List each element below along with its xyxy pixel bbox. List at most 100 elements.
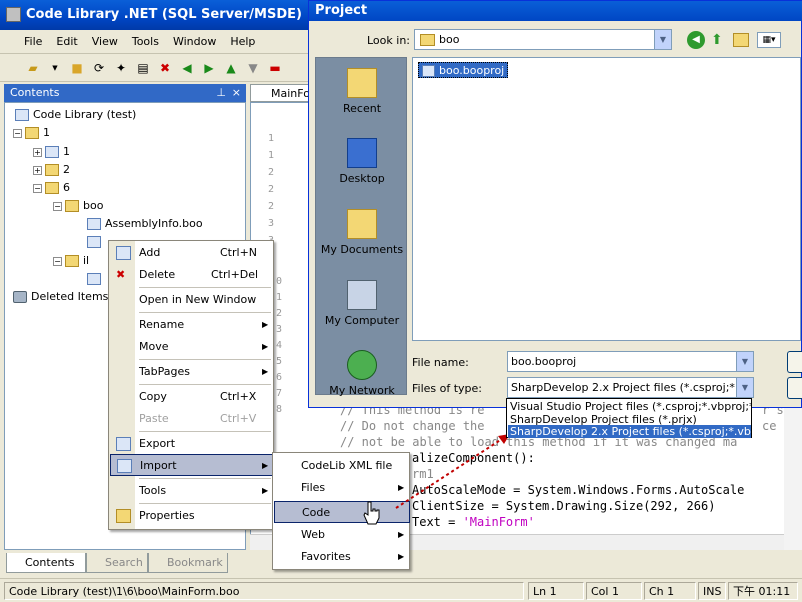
- menu-edit[interactable]: Edit: [49, 30, 84, 54]
- collapse-icon[interactable]: −: [53, 201, 62, 211]
- menu-file[interactable]: File: [0, 30, 49, 54]
- menu-item-add[interactable]: Add Ctrl+N: [110, 242, 274, 264]
- dropdown-arrow-icon[interactable]: ▼: [46, 59, 64, 77]
- back-icon[interactable]: ◀: [178, 59, 196, 77]
- menu-separator: [139, 431, 271, 432]
- tab-contents[interactable]: Contents: [6, 553, 86, 573]
- tree-node-assemblyinfo[interactable]: AssemblyInfo.boo: [87, 216, 203, 232]
- file-name-label: File name:: [412, 356, 469, 369]
- menu-item-export[interactable]: Export: [110, 433, 274, 455]
- tab-search[interactable]: Search: [86, 553, 148, 573]
- place-my-computer[interactable]: My Computer: [316, 280, 408, 327]
- tree-node-deleted-items[interactable]: Deleted Items: [13, 289, 108, 305]
- menubar: File Edit View Tools Window Help: [0, 30, 310, 54]
- tree-node-1-2[interactable]: +2: [33, 162, 70, 178]
- status-path: Code Library (test)\1\6\boo\MainForm.boo: [4, 582, 524, 600]
- file-type-options-list: Visual Studio Project files (*.csproj;*.…: [506, 398, 752, 438]
- add-icon: [116, 246, 131, 260]
- main-title-text: Code Library .NET (SQL Server/MSDE): [26, 7, 302, 22]
- new-folder-icon[interactable]: [733, 33, 749, 47]
- recent-icon: [347, 68, 377, 98]
- tab-bookmark[interactable]: Bookmark: [148, 553, 228, 573]
- menu-item-tabpages[interactable]: TabPages ▶: [110, 361, 274, 383]
- folder-icon[interactable]: ■: [68, 59, 86, 77]
- menu-view[interactable]: View: [85, 30, 125, 54]
- collapse-icon[interactable]: −: [53, 256, 62, 266]
- place-recent[interactable]: Recent: [316, 68, 408, 115]
- up-folder-icon[interactable]: ⬆: [711, 31, 727, 49]
- editor-vertical-scrollbar[interactable]: [784, 408, 802, 550]
- file-icon: [87, 218, 101, 230]
- look-in-label: Look in:: [367, 34, 410, 47]
- tree-node-1[interactable]: −1: [13, 125, 50, 141]
- collapse-icon[interactable]: −: [13, 128, 22, 138]
- status-clock: 下午 01:11: [728, 582, 798, 600]
- folder-icon: [45, 164, 59, 176]
- down-icon[interactable]: ▼: [244, 59, 262, 77]
- file-type-option-selected[interactable]: SharpDevelop 2.x Project files (*.csproj…: [508, 425, 751, 438]
- menu-tools[interactable]: Tools: [125, 30, 166, 54]
- refresh-icon[interactable]: ⟳: [90, 59, 108, 77]
- folder-icon: [65, 200, 79, 212]
- up-icon[interactable]: ▲: [222, 59, 240, 77]
- place-my-documents[interactable]: My Documents: [316, 209, 408, 256]
- tree-node-new-item[interactable]: [87, 234, 105, 250]
- menu-item-rename[interactable]: Rename ▶: [110, 314, 274, 336]
- recycle-bin-icon: [13, 291, 27, 303]
- place-desktop[interactable]: Desktop: [316, 138, 408, 185]
- my-computer-icon: [347, 280, 377, 310]
- submenu-arrow-icon: ▶: [262, 342, 269, 351]
- add-page-icon[interactable]: ▤: [134, 59, 152, 77]
- menu-item-copy[interactable]: Copy Ctrl+X: [110, 386, 274, 408]
- menu-item-open-new-window[interactable]: Open in New Window: [110, 289, 274, 311]
- chevron-down-icon[interactable]: ▼: [736, 378, 753, 397]
- files-of-type-dropdown[interactable]: SharpDevelop 2.x Project files (*.csproj…: [507, 377, 754, 398]
- status-char: Ch 1: [644, 582, 696, 600]
- file-name-combobox[interactable]: boo.booproj ▼: [507, 351, 754, 372]
- tree-node-il[interactable]: − il: [53, 253, 89, 269]
- file-type-option[interactable]: Visual Studio Project files (*.csproj;*.…: [508, 400, 751, 413]
- expand-icon[interactable]: +: [33, 165, 42, 175]
- file-item-selected[interactable]: boo.booproj: [418, 62, 509, 78]
- delete-icon[interactable]: ✖: [156, 59, 174, 77]
- menu-item-properties[interactable]: Properties: [110, 505, 274, 527]
- menu-help[interactable]: Help: [223, 30, 262, 54]
- submenu-arrow-icon: ▶: [262, 367, 269, 376]
- submenu-arrow-icon: ▶: [262, 320, 269, 329]
- view-menu-icon[interactable]: ▦▾: [757, 32, 781, 48]
- file-icon: [87, 273, 101, 285]
- collapse-icon[interactable]: −: [33, 183, 42, 193]
- back-icon[interactable]: ◀: [687, 31, 705, 49]
- menu-window[interactable]: Window: [166, 30, 223, 54]
- forward-icon[interactable]: ▶: [200, 59, 218, 77]
- chevron-down-icon[interactable]: ▼: [654, 30, 671, 49]
- pin-icon[interactable]: ⊥: [216, 84, 226, 102]
- menu-item-delete[interactable]: ✖ Delete Ctrl+Del: [110, 264, 274, 286]
- expand-icon[interactable]: +: [33, 147, 42, 157]
- editor-tab[interactable]: MainFo: [250, 84, 310, 102]
- file-list[interactable]: boo.booproj: [412, 57, 801, 341]
- open-button[interactable]: [787, 351, 802, 373]
- gutter-bottom: 0 1 2 3 4 5 6 7 8: [276, 276, 283, 415]
- contents-panel-title: Contents: [10, 86, 60, 99]
- menu-item-move[interactable]: Move ▶: [110, 336, 274, 358]
- cancel-button[interactable]: [787, 377, 802, 399]
- remove-icon[interactable]: ▬: [266, 59, 284, 77]
- tree-node-root[interactable]: Code Library (test): [15, 107, 136, 123]
- menu-separator: [139, 503, 271, 504]
- look-in-dropdown[interactable]: boo ▼: [414, 29, 672, 50]
- submenu-item-favorites[interactable]: Favorites ▶: [274, 546, 410, 568]
- open-folder-icon[interactable]: ▰: [24, 59, 42, 77]
- context-menu: Add Ctrl+N ✖ Delete Ctrl+Del Open in New W…: [108, 240, 274, 530]
- menu-item-tools[interactable]: Tools ▶: [110, 480, 274, 502]
- panel-tabs: Contents Search Bookmark: [4, 553, 246, 573]
- chevron-down-icon[interactable]: ▼: [736, 352, 753, 371]
- tree-node-1-6[interactable]: −6: [33, 180, 70, 196]
- place-my-network[interactable]: My Network: [316, 350, 408, 397]
- new-item-icon[interactable]: ✦: [112, 59, 130, 77]
- tree-node-il-file[interactable]: [87, 271, 105, 287]
- close-icon[interactable]: ×: [232, 84, 241, 102]
- tree-node-1-1[interactable]: +1: [33, 144, 70, 160]
- menu-item-import[interactable]: Import ▶: [110, 454, 274, 476]
- tree-node-boo[interactable]: − boo: [53, 198, 103, 214]
